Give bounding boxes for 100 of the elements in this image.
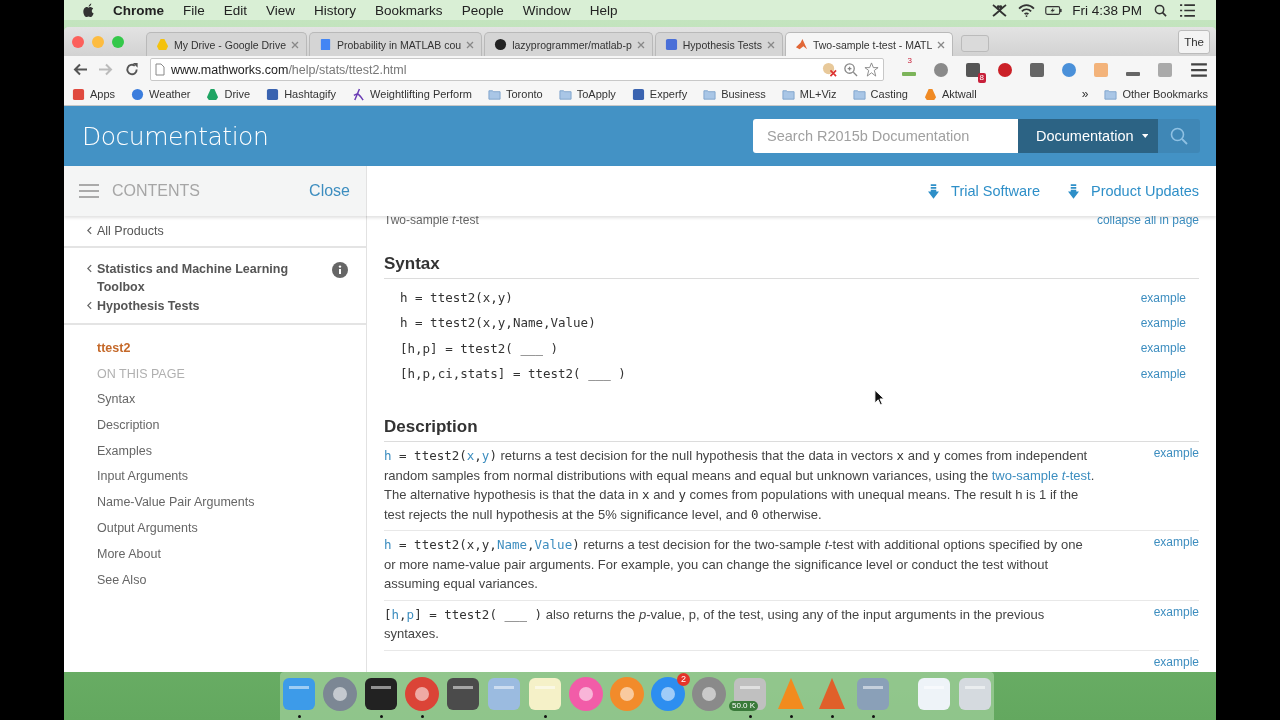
example-link[interactable]: example xyxy=(1140,341,1186,356)
star-icon[interactable] xyxy=(864,62,879,77)
breadcrumb-link[interactable]: Hypothesis Tests xyxy=(64,296,366,323)
wifi-icon[interactable] xyxy=(1018,3,1036,17)
section-label: ON THIS PAGE xyxy=(97,366,185,383)
chevron-icon xyxy=(87,264,92,273)
bookmark[interactable]: ML+Viz xyxy=(781,87,837,101)
close-tab-icon[interactable] xyxy=(636,40,645,49)
speed-label: 50.0 K xyxy=(729,701,759,711)
folder-icon xyxy=(1104,87,1118,101)
ribbon-icon[interactable] xyxy=(991,3,1009,17)
caret-icon xyxy=(1141,133,1148,139)
close-tab-icon[interactable] xyxy=(937,40,946,49)
menu-item[interactable]: View xyxy=(266,2,296,18)
address-field[interactable]: www.mathworks.com/help/stats/ttest2.html xyxy=(150,58,884,81)
toc-link[interactable]: Output Arguments xyxy=(97,516,198,542)
close-window-button[interactable] xyxy=(72,35,84,48)
example-link[interactable]: example xyxy=(1153,654,1199,669)
profile-button[interactable]: The xyxy=(1178,29,1210,54)
reload-icon[interactable] xyxy=(124,62,140,77)
browser-tab[interactable]: My Drive - Google Drive xyxy=(146,32,308,56)
grid-icon xyxy=(72,87,85,101)
syntax-code: [h,p,ci,stats] = ttest2( ___ ) xyxy=(400,366,626,382)
top-link[interactable]: Product Updates xyxy=(1068,183,1199,199)
battery-icon[interactable] xyxy=(1045,3,1063,17)
menu-item[interactable]: File xyxy=(183,2,205,18)
collapse-link[interactable]: collapse all in page xyxy=(1096,216,1199,227)
menu-item[interactable]: People xyxy=(461,2,504,18)
menu-icon[interactable] xyxy=(1190,60,1208,79)
example-link[interactable]: example xyxy=(1153,604,1199,619)
current-page-link[interactable]: ttest2 xyxy=(97,335,131,361)
menu-item[interactable]: Bookmarks xyxy=(375,2,443,18)
browser-tab[interactable]: Probability in MATLAB cou xyxy=(309,32,483,56)
folder-icon xyxy=(703,87,717,101)
blocked-cookie-icon[interactable] xyxy=(822,62,837,77)
tile-icon[interactable] xyxy=(964,60,982,79)
search-field[interactable]: Search R2015b Documentation xyxy=(753,119,1018,153)
example-link[interactable]: example xyxy=(1140,366,1186,381)
bookmark[interactable]: Apps xyxy=(72,87,116,101)
bookmark[interactable]: Toronto xyxy=(488,87,543,101)
menu-item[interactable]: Edit xyxy=(223,2,248,18)
toc-link[interactable]: Name-Value Pair Arguments xyxy=(97,490,255,516)
bookmark[interactable]: Experfy xyxy=(631,87,688,101)
document-icon[interactable] xyxy=(916,676,952,712)
example-link[interactable]: example xyxy=(1140,290,1186,305)
example-link[interactable]: example xyxy=(1140,315,1186,330)
zoom-icon[interactable] xyxy=(843,62,858,77)
search-button[interactable] xyxy=(1158,119,1200,153)
close-tab-icon[interactable] xyxy=(466,40,475,49)
bookmark[interactable]: Business xyxy=(703,87,766,101)
example-link[interactable]: example xyxy=(1153,446,1199,461)
toc-link[interactable]: See Also xyxy=(97,567,147,594)
inline-link[interactable]: two-sample t-test xyxy=(991,467,1091,483)
menu-item[interactable]: History xyxy=(314,2,357,18)
toc-link[interactable]: Syntax xyxy=(97,387,136,413)
breadcrumb-link[interactable]: Statistics and Machine Learning Toolbox xyxy=(64,248,366,296)
bookmark[interactable]: Hashtagify xyxy=(266,87,337,101)
app-menu[interactable]: Chrome xyxy=(113,2,164,18)
syntax-code: [h,p] = ttest2( ___ ) xyxy=(400,340,559,356)
toc-link[interactable]: Examples xyxy=(97,438,152,465)
bookmark[interactable]: Aktwall xyxy=(923,87,977,101)
bookmark[interactable]: Casting xyxy=(852,87,908,101)
menu-item[interactable]: Help xyxy=(589,2,618,18)
terminal-icon[interactable] xyxy=(363,676,399,712)
back-arrow-icon[interactable] xyxy=(72,62,88,77)
bookmark[interactable]: Other Bookmarks xyxy=(1104,87,1208,101)
folder-icon xyxy=(852,87,866,101)
apple-icon[interactable] xyxy=(82,2,95,18)
info-icon[interactable] xyxy=(332,262,348,278)
bookmark[interactable]: Weightlifting Perform xyxy=(352,87,472,101)
chevron-icon xyxy=(87,226,92,235)
list-icon[interactable] xyxy=(1179,3,1196,17)
browser-tab[interactable]: Two-sample t-test - MATL xyxy=(784,32,954,56)
scope-dropdown[interactable]: Documentation xyxy=(1018,119,1158,153)
example-link[interactable]: example xyxy=(1153,535,1199,550)
clock[interactable]: Fri 4:38 PM xyxy=(1072,2,1142,18)
bookmark[interactable]: Weather xyxy=(131,87,191,101)
top-link[interactable]: Trial Software xyxy=(928,183,1040,199)
toc-link[interactable]: Description xyxy=(97,412,160,439)
toc-link[interactable]: More About xyxy=(97,541,161,568)
contents-label: CONTENTS xyxy=(112,182,200,200)
forward-arrow-icon[interactable] xyxy=(98,62,114,77)
bookmark[interactable]: Drive xyxy=(206,87,251,101)
browser-tab[interactable]: lazyprogrammer/matlab-p xyxy=(484,32,653,56)
figure-icon xyxy=(352,87,366,101)
menu-item[interactable]: Window xyxy=(522,2,571,18)
new-tab-button[interactable] xyxy=(961,35,990,52)
close-tab-icon[interactable] xyxy=(291,40,300,49)
bookmark[interactable]: ToApply xyxy=(558,87,616,101)
count-badge: 8 xyxy=(977,72,986,83)
page-icon xyxy=(155,63,165,76)
toc-link[interactable]: Input Arguments xyxy=(97,464,189,491)
search-icon[interactable] xyxy=(1152,3,1169,17)
minimize-button[interactable] xyxy=(92,35,104,48)
breadcrumb-link[interactable]: All Products xyxy=(64,216,366,246)
zoom-button[interactable] xyxy=(112,35,124,48)
count-label: 3 xyxy=(906,55,913,66)
close-tab-icon[interactable] xyxy=(766,40,775,49)
more-bookmarks-button[interactable]: » xyxy=(1081,87,1089,101)
browser-tab[interactable]: Hypothesis Tests xyxy=(654,32,783,56)
